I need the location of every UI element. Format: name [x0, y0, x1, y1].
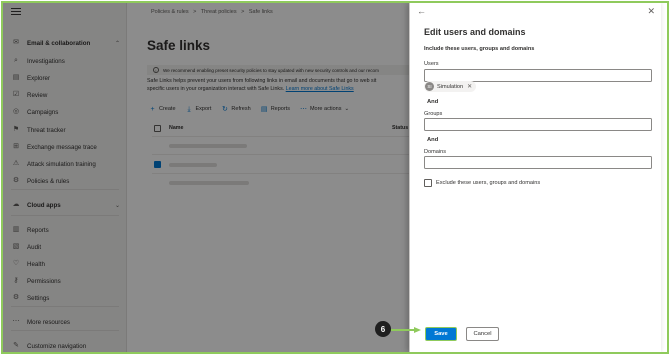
- groups-label: Groups: [424, 111, 443, 117]
- save-button[interactable]: Save: [425, 327, 457, 341]
- user-pill-label: Simulation: [437, 83, 464, 90]
- edit-users-domains-panel: ← ✕ Edit users and domains Include these…: [409, 3, 661, 352]
- groups-input[interactable]: [424, 118, 652, 131]
- cancel-button[interactable]: Cancel: [466, 327, 499, 341]
- exclude-checkbox[interactable]: [424, 179, 432, 187]
- remove-pill-icon[interactable]: ✕: [467, 83, 472, 90]
- back-arrow-icon[interactable]: ←: [417, 6, 426, 16]
- domains-label: Domains: [424, 149, 447, 155]
- panel-title: Edit users and domains: [424, 27, 526, 37]
- close-icon[interactable]: ✕: [647, 6, 655, 17]
- panel-subtitle: Include these users, groups and domains: [424, 46, 535, 52]
- domains-input[interactable]: [424, 156, 652, 169]
- app-frame: ✉ Email & collaboration ⌃ ⌕ Investigations ▤ E…: [1, 1, 669, 354]
- users-label: Users: [424, 61, 439, 67]
- avatar: SI: [425, 82, 434, 91]
- pointer-arrow-icon: [391, 327, 421, 333]
- step-number-badge: 6: [375, 321, 391, 337]
- modal-overlay[interactable]: [3, 3, 411, 352]
- and-label: And: [427, 99, 439, 105]
- exclude-option[interactable]: Exclude these users, groups and domains: [424, 179, 540, 187]
- exclude-label: Exclude these users, groups and domains: [436, 180, 541, 186]
- user-pill-simulation: SI Simulation ✕: [424, 81, 477, 92]
- and-label: And: [427, 137, 439, 143]
